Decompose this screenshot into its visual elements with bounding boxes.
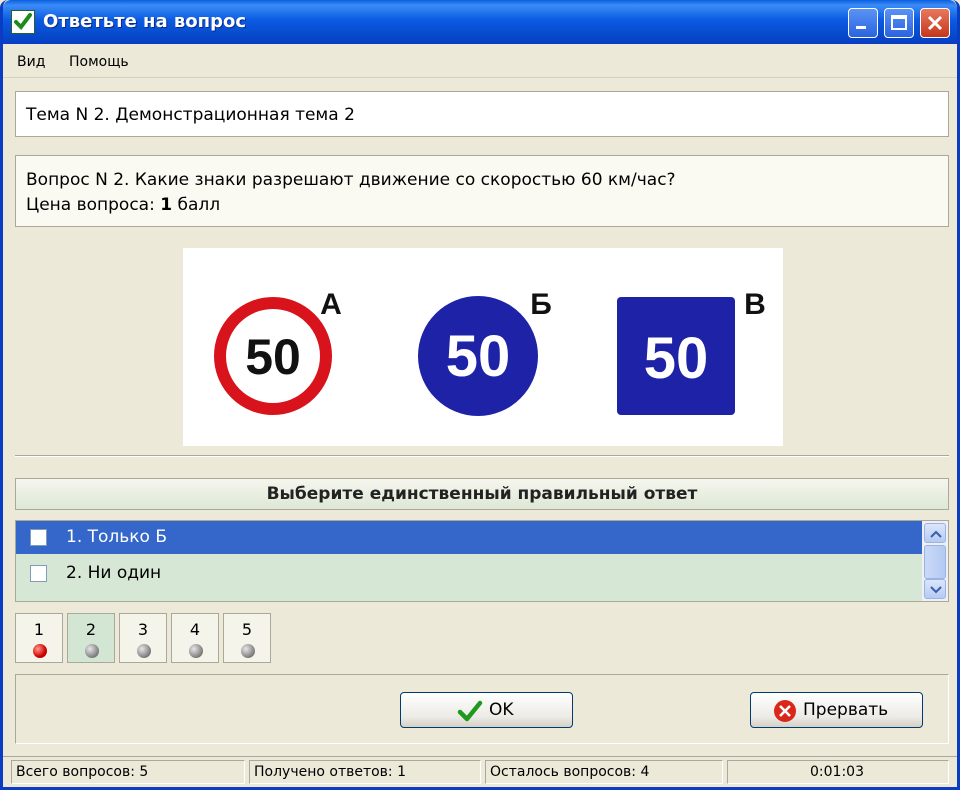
price-unit: балл — [177, 195, 221, 215]
unanswered-indicator-icon — [137, 644, 151, 658]
chevron-down-icon — [930, 586, 942, 594]
maximize-button[interactable] — [884, 8, 914, 38]
answer-label-2: 2. Ни один — [66, 563, 162, 583]
sign-a-value: 50 — [245, 329, 301, 385]
topic-text: Тема N 2. Демонстрационная тема 2 — [26, 105, 355, 125]
divider — [15, 455, 949, 457]
ok-label: OK — [489, 700, 514, 720]
unanswered-indicator-icon — [241, 644, 255, 658]
app-check-icon — [11, 10, 35, 34]
sign-c: 50 В — [617, 288, 766, 415]
answer-checkbox-1[interactable] — [30, 529, 47, 546]
question-nav-3[interactable]: 3 — [119, 613, 167, 663]
scroll-down-button[interactable] — [924, 579, 946, 599]
question-nav-number: 1 — [33, 620, 45, 639]
question-nav-2[interactable]: 2 — [67, 613, 115, 663]
answers-scrollbar[interactable] — [922, 521, 948, 601]
scroll-up-button[interactable] — [924, 523, 946, 543]
answer-option-2[interactable]: 2. Ни один — [16, 557, 922, 590]
status-timer: 0:01:03 — [727, 760, 949, 784]
menu-view[interactable]: Вид — [17, 54, 45, 70]
question-image: 50 А 50 Б 50 В — [183, 248, 783, 446]
scroll-thumb[interactable] — [924, 545, 946, 579]
abort-label: Прервать — [803, 700, 889, 720]
instruction-header: Выберите единственный правильный ответ — [15, 478, 949, 510]
price-label: Цена вопроса: — [26, 195, 155, 215]
status-bar: Всего вопросов: 5 Получено ответов: 1 Ос… — [3, 756, 957, 787]
close-button[interactable] — [920, 8, 950, 38]
abort-button[interactable]: Прервать — [750, 692, 923, 728]
sign-a: 50 А — [214, 288, 342, 415]
status-remaining: Осталось вопросов: 4 — [485, 760, 723, 784]
stop-icon — [774, 700, 796, 722]
answers-list[interactable]: 1. Только Б 2. Ни один — [15, 520, 949, 602]
menu-help[interactable]: Помощь — [69, 54, 129, 70]
question-nav-1[interactable]: 1 — [15, 613, 63, 663]
window-title: Ответьте на вопрос — [43, 11, 247, 32]
question-nav-number: 3 — [137, 620, 149, 639]
answered-indicator-icon — [33, 644, 47, 658]
chevron-up-icon — [930, 530, 942, 538]
sign-b-value: 50 — [446, 324, 511, 389]
question-nav-4[interactable]: 4 — [171, 613, 219, 663]
sign-b: 50 Б — [418, 288, 552, 416]
sign-c-letter: В — [744, 288, 766, 321]
title-bar[interactable]: Ответьте на вопрос — [3, 0, 957, 44]
question-nav-number: 2 — [85, 620, 97, 639]
maximize-icon — [891, 15, 907, 30]
question-nav-number: 5 — [241, 620, 253, 639]
question-panel: Вопрос N 2. Какие знаки разрешают движен… — [15, 155, 949, 227]
question-text: Вопрос N 2. Какие знаки разрешают движен… — [26, 170, 676, 190]
sign-c-value: 50 — [644, 326, 709, 391]
status-answered: Получено ответов: 1 — [249, 760, 481, 784]
ok-button[interactable]: OK — [400, 692, 573, 728]
question-nav-5[interactable]: 5 — [223, 613, 271, 663]
dialog-window: Ответьте на вопрос Вид Помощь Тема N 2. … — [0, 0, 960, 790]
price-value: 1 — [160, 195, 173, 215]
question-nav-number: 4 — [189, 620, 201, 639]
checkmark-icon — [457, 700, 483, 722]
minimize-icon — [856, 26, 866, 29]
close-icon — [927, 15, 943, 31]
answer-label-1: 1. Только Б — [66, 527, 168, 547]
answer-option-1[interactable]: 1. Только Б — [16, 521, 922, 554]
unanswered-indicator-icon — [189, 644, 203, 658]
menu-bar: Вид Помощь — [3, 46, 957, 78]
answer-checkbox-2[interactable] — [30, 565, 47, 582]
status-total: Всего вопросов: 5 — [11, 760, 245, 784]
minimize-button[interactable] — [848, 8, 878, 38]
topic-panel: Тема N 2. Демонстрационная тема 2 — [15, 91, 949, 137]
sign-b-letter: Б — [530, 288, 552, 321]
sign-a-letter: А — [320, 288, 342, 321]
unanswered-indicator-icon — [85, 644, 99, 658]
question-price: Цена вопроса: 1 балл — [26, 193, 938, 218]
